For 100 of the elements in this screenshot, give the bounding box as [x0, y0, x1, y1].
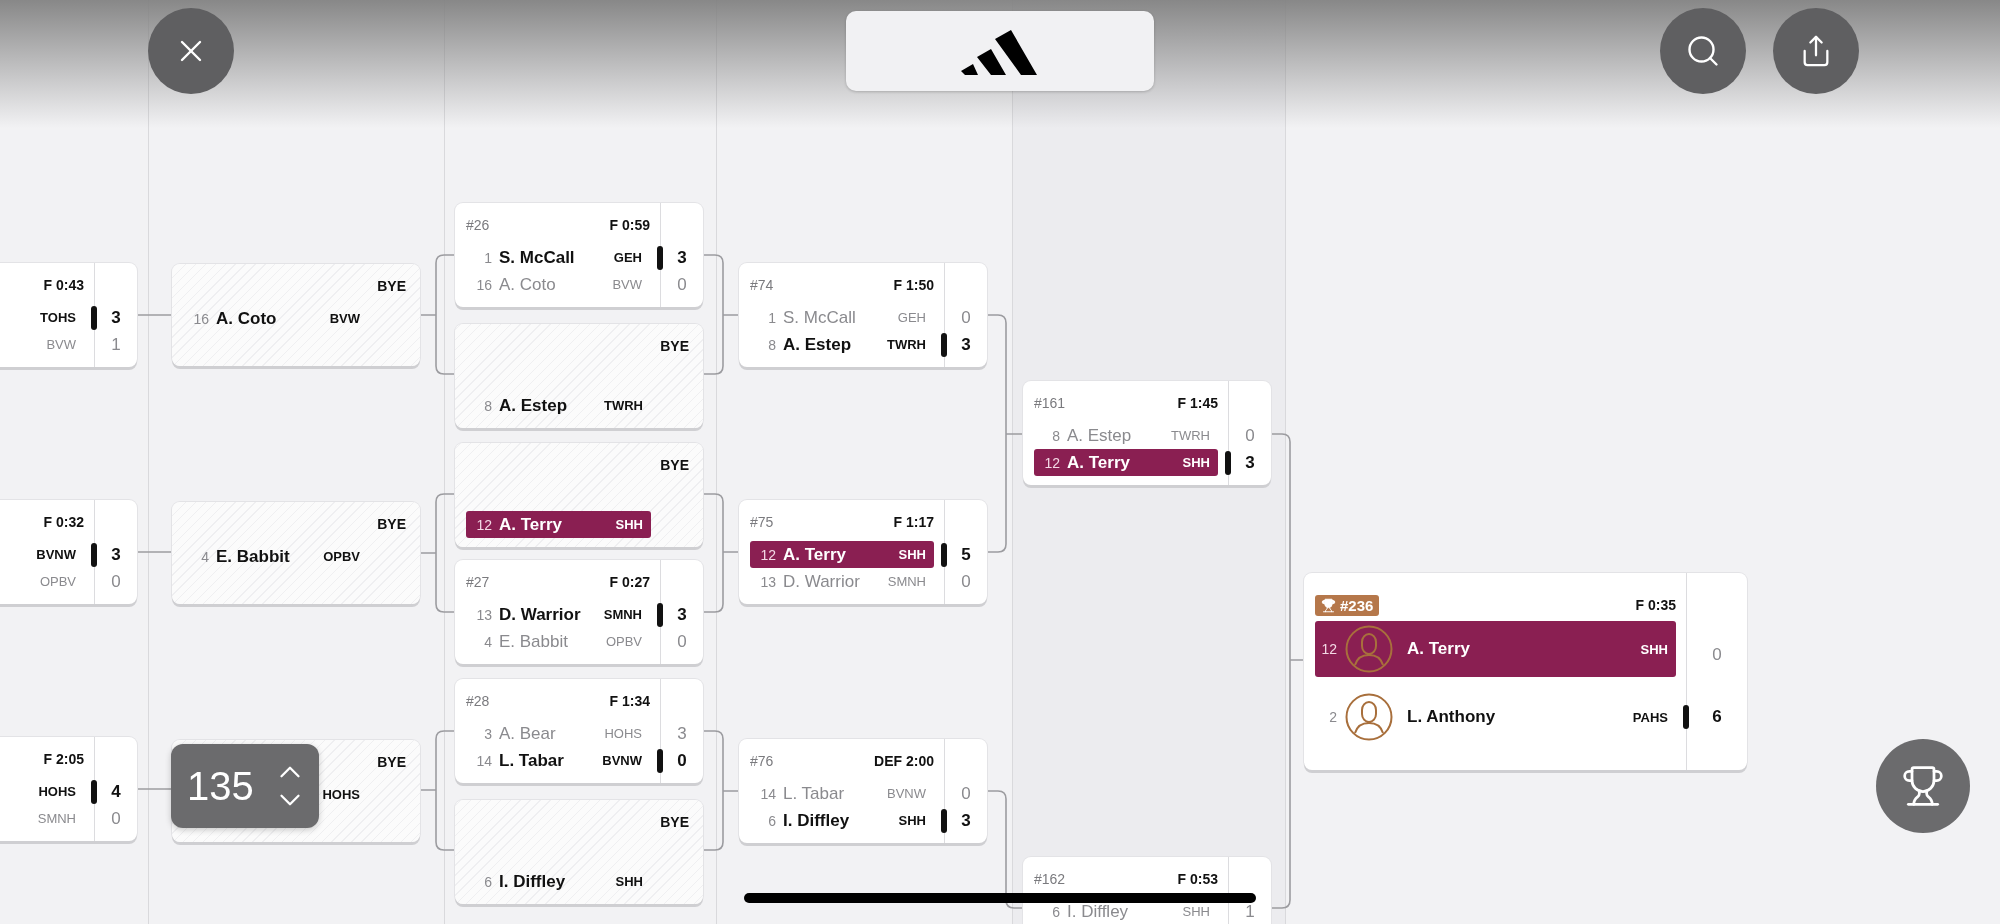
seed-number: 12	[1320, 641, 1338, 657]
match-result: F 1:17	[893, 514, 934, 530]
bye-card[interactable]: BYE 6 I. Diffley SHH	[455, 800, 703, 904]
bye-card[interactable]: BYE 8 A. Estep TWRH	[455, 324, 703, 428]
final-match-card[interactable]: #236 F 0:35 12 A. Terry SHH 2 L. Anthony PAHS 0 6	[1304, 573, 1747, 770]
team-code: SHH	[1182, 455, 1210, 470]
match-result: F 0:59	[609, 217, 650, 233]
seed-number: 8	[1051, 427, 1061, 444]
seed-number: 6	[767, 812, 777, 829]
team-code: TWRH	[887, 337, 926, 352]
trophy-icon	[1901, 764, 1945, 808]
player-name: I. Diffley	[499, 871, 567, 892]
player-name: I. Diffley	[783, 810, 851, 831]
match-card[interactable]: #27 F 0:27 13 D. Warrior SMNH 4 E. Babbit OPBV 3 0	[455, 560, 703, 664]
team-code: BVNW	[887, 786, 926, 801]
match-card[interactable]: F 0:43 TOHS BVW 3 1	[0, 263, 137, 367]
team-code: OPBV	[39, 574, 76, 589]
match-result: F 0:43	[43, 277, 84, 293]
score: 3	[961, 810, 971, 831]
connector-line	[136, 314, 173, 316]
score: 3	[677, 723, 687, 744]
team-code: SHH	[615, 517, 643, 532]
score: 3	[111, 544, 121, 565]
match-number: #162	[1034, 871, 1066, 887]
score: 3	[1245, 452, 1255, 473]
stepper-popover[interactable]: 135	[171, 744, 319, 828]
player-name: A. Terry	[499, 514, 563, 535]
seed-number: 13	[759, 573, 777, 590]
team-code: SMNH	[37, 811, 76, 826]
team-code: SHH	[1640, 641, 1668, 657]
match-card[interactable]: #76 DEF 2:00 14 L. Tabar BVNW 6 I. Diffley SHH 0 3	[739, 739, 987, 843]
seed-number: 3	[483, 725, 493, 742]
connector-line	[136, 788, 173, 790]
match-number: #161	[1034, 395, 1066, 411]
match-card[interactable]: F 0:32 BVNW OPBV 3 0	[0, 500, 137, 604]
seed-number: 6	[1051, 903, 1061, 920]
stepper-value: 135	[187, 763, 255, 809]
match-card[interactable]: F 2:05 HOHS SMNH 4 0	[0, 737, 137, 841]
bye-card[interactable]: BYE 12 A. Terry SHH	[455, 443, 703, 547]
match-card[interactable]: #74 F 1:50 1 S. McCall GEH 8 A. Estep TWRH 0 3	[739, 263, 987, 367]
score: 0	[1712, 645, 1722, 665]
score: 1	[1245, 901, 1255, 922]
score: 5	[961, 544, 971, 565]
seed-number: 12	[475, 516, 493, 533]
connector-line	[136, 551, 173, 553]
seed-number: 8	[767, 336, 777, 353]
player-name: A. Estep	[783, 334, 853, 355]
match-result: F 0:35	[1635, 597, 1676, 613]
score: 0	[111, 808, 121, 829]
seed-number: 4	[200, 548, 210, 565]
seed-number: 16	[192, 310, 210, 327]
team-code: SMNH	[887, 574, 926, 589]
player-name: S. McCall	[499, 247, 576, 268]
match-result: F 1:34	[609, 693, 650, 709]
search-icon	[1685, 33, 1721, 69]
match-result: DEF 2:00	[874, 753, 934, 769]
player-name: A. Terry	[1407, 639, 1471, 659]
team-code: HOHS	[38, 784, 76, 799]
player-name: L. Tabar	[499, 750, 565, 771]
match-number: #28	[466, 693, 490, 709]
team-code: SHH	[898, 547, 926, 562]
player-name: A. Coto	[216, 308, 278, 329]
player-name: S. McCall	[783, 307, 857, 328]
team-code: TWRH	[1171, 428, 1210, 443]
score: 3	[677, 604, 687, 625]
player-name: A. Estep	[1067, 425, 1133, 446]
bye-label: BYE	[660, 457, 689, 473]
bye-card[interactable]: BYE 4 E. Babbit OPBV	[172, 502, 420, 604]
match-card[interactable]: #26 F 0:59 1 S. McCall GEH 16 A. Coto BVW 3 0	[455, 203, 703, 307]
bye-label: BYE	[660, 338, 689, 354]
match-number: #26	[466, 217, 490, 233]
bye-card[interactable]: BYE 16 A. Coto BVW	[172, 264, 420, 366]
score: 0	[961, 783, 971, 804]
team-code: SHH	[898, 813, 926, 828]
team-code: GEH	[897, 310, 926, 325]
seed-number: 4	[483, 633, 493, 650]
match-card[interactable]: #161 F 1:45 8 A. Estep TWRH 12 A. Terry SHH 0 3	[1023, 381, 1271, 485]
avatar-icon	[1345, 693, 1393, 741]
team-code: BVNW	[602, 753, 642, 768]
match-number: #76	[750, 753, 774, 769]
score: 0	[961, 307, 971, 328]
player-name: A. Estep	[499, 395, 569, 416]
score: 3	[961, 334, 971, 355]
score: 0	[677, 631, 687, 652]
player-name: A. Terry	[1067, 452, 1131, 473]
seed-number: 8	[483, 397, 493, 414]
seed-number: 13	[475, 606, 493, 623]
seed-number: 12	[759, 546, 777, 563]
match-result: F 0:53	[1177, 871, 1218, 887]
score: 0	[111, 571, 121, 592]
bye-label: BYE	[660, 814, 689, 830]
avatar-icon	[1345, 625, 1393, 673]
team-code: BVW	[329, 311, 360, 326]
bye-label: BYE	[377, 278, 406, 294]
match-result: F 0:32	[43, 514, 84, 530]
player-name: D. Warrior	[783, 571, 861, 592]
score: 0	[1245, 425, 1255, 446]
team-code: HOHS	[322, 787, 360, 802]
match-card[interactable]: #28 F 1:34 3 A. Bear HOHS 14 L. Tabar BVNW 3 0	[455, 679, 703, 783]
match-card[interactable]: #75 F 1:17 12 A. Terry SHH 13 D. Warrior SMNH 5 0	[739, 500, 987, 604]
